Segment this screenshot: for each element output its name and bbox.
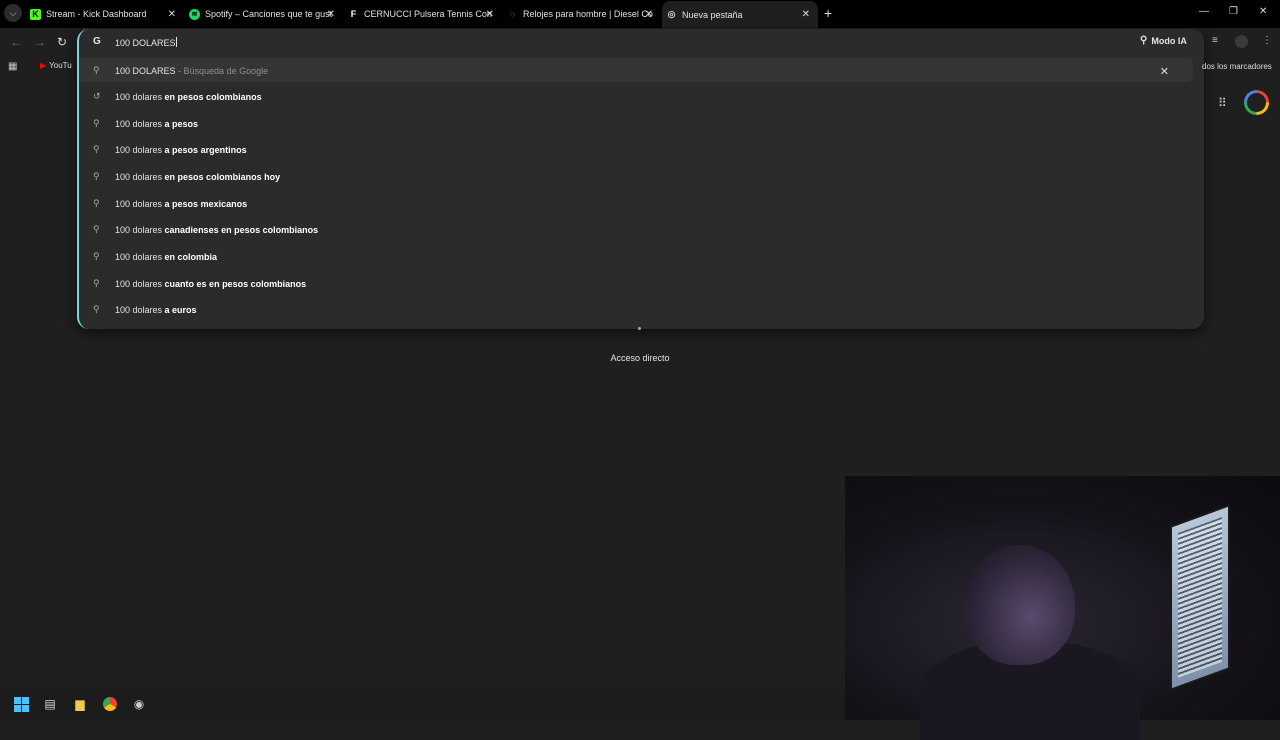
all-bookmarks[interactable]: dos los marcadores [1202,62,1272,71]
suggestion-row[interactable]: ⚲ 100 dolares cuanto es en pesos colombi… [79,270,1204,297]
reload-icon[interactable]: ↻ [57,35,67,49]
tab-title: Nueva pestaña [682,9,743,20]
youtube-icon: ▶ [40,61,47,70]
suggestion-row[interactable]: ⚲ 100 dolares en colombia [79,243,1204,270]
webcam-monitor [1170,504,1230,691]
close-icon[interactable]: ✕ [1160,65,1169,78]
search-icon: ⚲ [93,144,100,154]
close-icon[interactable]: ✕ [168,9,176,20]
tab-title: Relojes para hombre | Diesel Co [523,9,653,19]
tab-spotify[interactable]: ≋ Spotify – Canciones que te gust ✕ [189,2,339,26]
tab-search-button[interactable]: ⌵ [4,4,22,22]
avatar[interactable] [1244,90,1269,115]
suggestion-row[interactable]: ⚲ 100 dolares a pesos mexicanos [79,190,1204,217]
apps-icon[interactable]: ▦ [8,61,17,72]
tab-strip: ⌵ K Stream - Kick Dashboard ✕ ≋ Spotify … [0,0,1280,28]
obs-icon[interactable]: ◉ [130,695,148,713]
search-icon: ⚲ [93,278,100,288]
windows-start-icon[interactable] [12,695,30,713]
media-control-icon[interactable]: ≡ [1212,35,1218,46]
search-icon: ⚲ [93,198,100,208]
omnibox-dropdown: G 100 DOLARES ⚲ 100 DOLARES - Búsqueda d… [77,29,1204,329]
google-apps-icon[interactable]: ⠿ [1218,96,1227,110]
search-icon: ⚲ [93,65,100,75]
tab-diesel[interactable]: ◌ Relojes para hombre | Diesel Co ✕ [507,2,657,26]
tab-new-tab[interactable]: ◎ Nueva pestaña ✕ [662,1,818,28]
suggestion-row[interactable]: ⚲ 100 dolares a euros [79,296,1204,323]
suggestion-text: 100 DOLARES [115,65,176,76]
search-icon: ⚲ [93,304,100,314]
close-icon[interactable]: ✕ [327,9,335,20]
avatar[interactable] [1235,35,1248,48]
tab-title: Stream - Kick Dashboard [46,9,147,19]
close-icon[interactable]: ✕ [802,9,810,20]
suggestion-row[interactable]: ↺ 100 dolares en pesos colombianos [79,83,1204,110]
cernucci-icon: F [350,9,357,19]
restore-icon[interactable]: ❐ [1229,6,1238,17]
task-manager-icon[interactable]: ▤ [41,695,59,713]
taskbar [0,688,845,720]
shortcut-icon[interactable] [638,327,641,330]
ai-mode-label: Modo IA [1151,35,1187,46]
close-icon[interactable]: ✕ [486,9,494,20]
tab-title: Spotify – Canciones que te gust [205,9,333,19]
bookmark-youtube[interactable]: ▶ YouTu [40,61,72,70]
search-sparkle-icon: ⚲ [1140,35,1148,46]
suggestion-description: - Búsqueda de Google [175,65,269,76]
search-icon: ⚲ [93,224,100,234]
file-explorer-icon[interactable]: ▆ [71,695,89,713]
back-icon[interactable]: ← [10,35,22,49]
omnibox-value[interactable]: 100 DOLARES [115,37,177,48]
suggestion-row[interactable]: ⚲ 100 dolares a pesos [79,110,1204,137]
kick-icon: K [30,8,41,20]
chrome-icon: ◎ [667,9,676,19]
tab-kick[interactable]: K Stream - Kick Dashboard ✕ [30,2,180,26]
menu-icon[interactable]: ⋮ [1262,35,1272,46]
spotify-icon: ≋ [189,8,200,20]
suggestion-row[interactable]: ⚲ 100 dolares canadienses en pesos colom… [79,216,1204,243]
suggestion-selected[interactable]: ⚲ 100 DOLARES - Búsqueda de Google ✕ [79,58,1193,82]
suggestion-row[interactable]: ⚲ 100 DOLARES - Búsqueda de Google [79,57,1193,84]
close-icon[interactable]: ✕ [645,9,653,20]
suggestion-row[interactable]: ⚲ 100 dolares a pesos argentinos [79,136,1204,163]
search-icon: ⚲ [93,118,100,128]
tab-cernucci[interactable]: F CERNUCCI Pulsera Tennis Con ✕ [348,2,498,26]
search-icon: ⚲ [93,251,100,261]
forward-icon[interactable]: → [34,35,46,49]
chrome-icon[interactable] [101,695,119,713]
new-tab-button[interactable]: + [824,6,832,20]
minimize-icon[interactable]: — [1199,6,1209,17]
omnibox-input[interactable]: G 100 DOLARES [79,29,1204,55]
shortcut-label[interactable]: Acceso directo [0,353,1280,363]
search-icon: ⚲ [93,171,100,181]
close-window-icon[interactable]: ✕ [1259,6,1267,17]
suggestion-row[interactable]: ⚲ 100 dolares en pesos colombianos hoy [79,163,1204,190]
webcam-person-head [965,545,1075,665]
history-icon: ↺ [93,91,101,101]
tab-title: CERNUCCI Pulsera Tennis Con [364,9,492,19]
google-icon: G [93,36,101,47]
ai-mode-button[interactable]: ⚲ Modo IA [1140,35,1187,46]
diesel-icon: ◌ [509,9,516,19]
